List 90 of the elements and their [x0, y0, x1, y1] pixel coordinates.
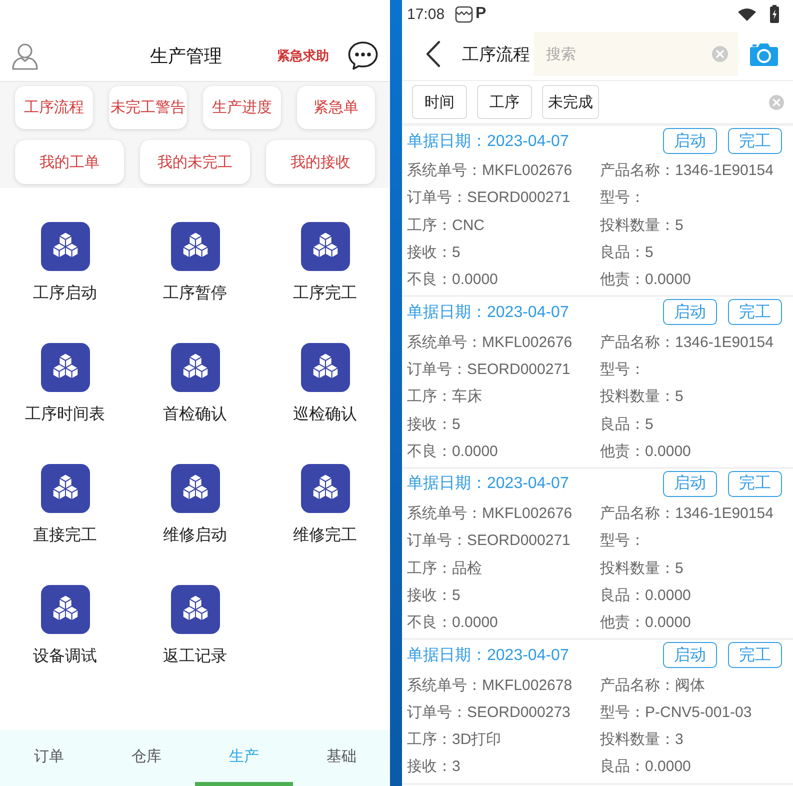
cubes-icon	[300, 343, 350, 392]
record-field: 系统单号：MKFL002678	[407, 676, 572, 695]
function-button[interactable]: 维修启动	[163, 464, 227, 546]
record-field: 型号：	[600, 531, 645, 550]
record-field: 订单号：SEORD000273	[407, 702, 570, 722]
cubes-icon	[40, 585, 90, 634]
wifi-icon	[738, 8, 756, 20]
record-field: 系统单号：MKFL002676	[407, 161, 572, 180]
cubes-icon	[170, 464, 220, 513]
cubes-icon	[170, 222, 220, 271]
battery-icon	[770, 5, 779, 23]
search-field[interactable]: 搜索	[534, 32, 738, 76]
function-button[interactable]: 巡检确认	[293, 343, 357, 425]
cubes-icon	[300, 464, 350, 513]
record-field: 良品：5	[600, 414, 654, 434]
record-field: 良品：5	[600, 243, 654, 262]
record-field: 工序：CNC	[407, 216, 484, 235]
record-field: 型号：	[600, 360, 645, 379]
cubes-icon	[170, 343, 220, 392]
chat-icon[interactable]	[348, 41, 378, 70]
record-field: 投料数量：5	[600, 558, 684, 578]
quick-action-button[interactable]: 我的未完工	[140, 140, 250, 184]
record-field: 订单号：SEORD000271	[407, 188, 570, 208]
record-field: 产品名称：1346-1E90154	[600, 504, 774, 524]
nav-tab[interactable]: 基础	[292, 730, 390, 786]
back-icon[interactable]	[425, 40, 441, 68]
cubes-icon	[40, 222, 90, 271]
emergency-help-link[interactable]: 紧急求助	[277, 46, 329, 64]
record-date: 单据日期：2023-04-07	[407, 646, 570, 666]
function-button[interactable]: 返工记录	[163, 585, 227, 667]
function-button[interactable]: 工序启动	[33, 222, 97, 304]
function-button[interactable]: 维修完工	[293, 464, 357, 546]
record-field: 接收：5	[407, 243, 460, 262]
quick-action-button[interactable]: 紧急单	[297, 86, 375, 129]
record-field: 良品：0.0000	[600, 586, 691, 605]
record-field: 不良：0.0000	[407, 270, 498, 290]
notification-letter: P	[476, 5, 486, 23]
quick-action-button[interactable]: 我的工单	[15, 140, 124, 184]
cubes-icon	[40, 464, 90, 513]
record-field: 良品：0.0000	[600, 757, 691, 776]
record-field: 他责：0.0000	[600, 613, 691, 632]
nav-tab[interactable]: 订单	[0, 730, 98, 786]
quick-action-button[interactable]: 工序流程	[15, 86, 93, 129]
record-field: 产品名称：1346-1E90154	[600, 161, 774, 180]
record-field: 订单号：SEORD000271	[407, 531, 570, 550]
quick-action-button[interactable]: 未完工警告	[109, 86, 187, 129]
record-field: 接收：3	[407, 757, 460, 776]
record-field: 他责：0.0000	[600, 442, 691, 461]
avatar-icon[interactable]	[12, 42, 38, 70]
record-field: 系统单号：MKFL002676	[407, 332, 572, 352]
record-field: 型号：P-CNV5-001-03	[600, 702, 752, 722]
record-field: 订单号：SEORD000271	[407, 360, 570, 379]
record-field: 工序：品检	[407, 558, 482, 578]
cubes-icon	[170, 585, 220, 634]
cubes-icon	[40, 343, 90, 392]
record-field: 产品名称：阀体	[600, 676, 705, 695]
page-title: 生产管理	[150, 44, 223, 68]
filter-chip[interactable]: 工序	[477, 85, 532, 119]
quick-action-button[interactable]: 我的接收	[266, 140, 375, 184]
record-field: 系统单号：MKFL002676	[407, 504, 572, 524]
record-field: 产品名称：1346-1E90154	[600, 332, 774, 352]
record-field: 他责：0.0000	[600, 270, 691, 290]
wave-box-icon	[454, 6, 473, 22]
function-button[interactable]: 工序时间表	[25, 343, 105, 425]
record-field: 型号：	[600, 188, 645, 208]
function-button[interactable]: 工序完工	[293, 222, 357, 304]
record-field: 接收：5	[407, 586, 460, 605]
function-button[interactable]: 工序暂停	[163, 222, 227, 304]
record-field: 投料数量：5	[600, 216, 684, 235]
cubes-icon	[300, 222, 350, 271]
record-field: 不良：0.0000	[407, 613, 498, 632]
function-button[interactable]: 首检确认	[163, 343, 227, 425]
function-button[interactable]: 直接完工	[33, 464, 97, 546]
record-date: 单据日期：2023-04-07	[407, 132, 570, 152]
page-title: 工序流程	[462, 44, 530, 66]
filter-chip[interactable]: 时间	[412, 85, 467, 119]
quick-action-button[interactable]: 生产进度	[203, 86, 281, 129]
record-date: 单据日期：2023-04-07	[407, 474, 570, 494]
camera-icon[interactable]	[750, 42, 778, 66]
record-field: 工序：车床	[407, 387, 482, 406]
filter-chip[interactable]: 未完成	[542, 85, 599, 119]
record-field: 接收：5	[407, 414, 460, 434]
nav-tab[interactable]: 仓库	[98, 730, 195, 786]
function-button[interactable]: 设备调试	[33, 585, 97, 667]
record-field: 投料数量：3	[600, 730, 684, 750]
status-time: 17:08	[407, 6, 445, 22]
record-field: 工序：3D打印	[407, 730, 502, 750]
record-field: 投料数量：5	[600, 387, 684, 406]
record-field: 不良：0.0000	[407, 442, 498, 461]
record-date: 单据日期：2023-04-07	[407, 302, 570, 323]
